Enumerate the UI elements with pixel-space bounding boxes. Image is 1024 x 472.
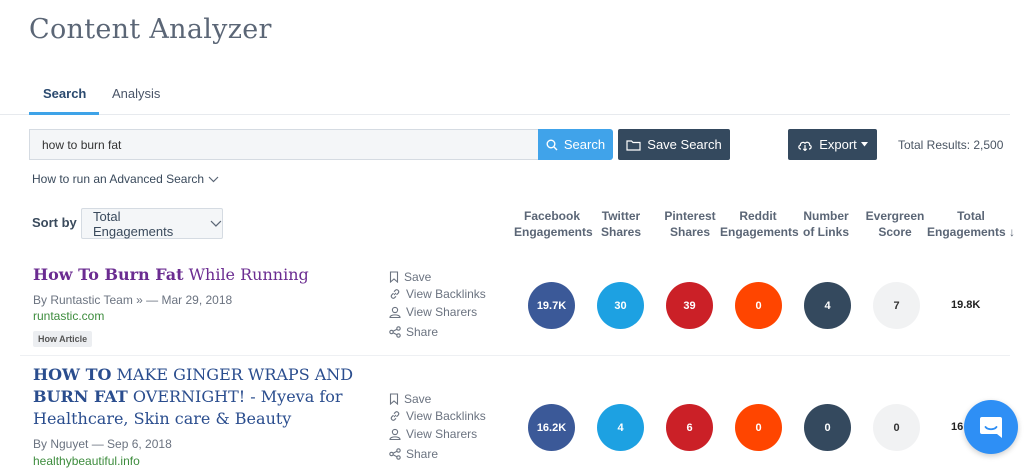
bookmark-icon <box>389 271 399 283</box>
save-action[interactable]: Save <box>389 270 431 284</box>
column-header-twitter[interactable]: Twitter Shares <box>594 208 648 240</box>
search-button[interactable]: Search <box>538 129 613 160</box>
search-button-label: Search <box>563 137 606 152</box>
column-header-links[interactable]: Number of Links <box>800 208 852 240</box>
twitter-shares-badge: 30 <box>597 282 644 329</box>
advanced-search-link[interactable]: How to run an Advanced Search <box>32 172 219 186</box>
folder-icon <box>626 139 641 151</box>
result-title-link[interactable]: HOW TO MAKE GINGER WRAPS AND BURN FAT OV… <box>33 364 353 430</box>
search-icon <box>546 139 558 150</box>
total-results: Total Results: 2,500 <box>898 138 1004 152</box>
chevron-down-icon <box>208 176 219 182</box>
chat-icon <box>980 417 1002 438</box>
export-button[interactable]: Export <box>788 129 877 160</box>
reddit-engagements-badge: 0 <box>735 404 782 451</box>
view-backlinks-action[interactable]: View Backlinks <box>389 409 486 423</box>
page-title: Content Analyzer <box>29 14 272 45</box>
save-search-button[interactable]: Save Search <box>618 129 730 160</box>
link-icon <box>390 411 400 421</box>
tab-analysis[interactable]: Analysis <box>112 86 160 101</box>
number-of-links-badge[interactable]: 0 <box>804 404 851 451</box>
chat-widget-button[interactable] <box>964 400 1018 454</box>
number-of-links-badge[interactable]: 4 <box>804 282 851 329</box>
share-icon <box>389 448 401 460</box>
total-engagements-value: 19.8K <box>951 299 981 311</box>
pinterest-shares-badge: 6 <box>666 404 713 451</box>
article-type-badge: How Article <box>33 331 93 347</box>
result-domain-link[interactable]: runtastic.com <box>33 309 104 323</box>
facebook-engagements-badge: 16.2K <box>528 404 575 451</box>
link-icon <box>390 289 400 299</box>
row-divider <box>20 355 1010 356</box>
share-action[interactable]: Share <box>389 447 438 461</box>
evergreen-score-badge: 0 <box>873 404 920 451</box>
view-sharers-action[interactable]: View Sharers <box>389 427 477 441</box>
advanced-search-label: How to run an Advanced Search <box>32 172 205 186</box>
view-backlinks-action[interactable]: View Backlinks <box>389 287 486 301</box>
active-tab-indicator <box>29 112 99 115</box>
export-label: Export <box>819 137 857 152</box>
result-meta: By Nguyet — Sep 6, 2018 <box>33 437 172 451</box>
result-title-link[interactable]: How To Burn Fat While Running <box>33 264 309 286</box>
sort-dropdown[interactable]: Total Engagements <box>81 208 223 239</box>
user-icon <box>389 428 401 440</box>
caret-down-icon <box>860 142 868 147</box>
tab-bar: Search Analysis <box>0 79 1010 115</box>
share-action[interactable]: Share <box>389 325 438 339</box>
column-header-evergreen[interactable]: Evergreen Score <box>864 208 926 240</box>
evergreen-score-badge: 7 <box>873 282 920 329</box>
facebook-engagements-badge: 19.7K <box>528 282 575 329</box>
tab-search[interactable]: Search <box>43 86 86 101</box>
view-sharers-action[interactable]: View Sharers <box>389 305 477 319</box>
column-header-pinterest[interactable]: Pinterest Shares <box>659 208 721 240</box>
total-engagements-value: 16 <box>951 421 964 433</box>
column-header-facebook[interactable]: Facebook Engagements <box>514 208 593 240</box>
sort-label: Sort by <box>32 215 77 230</box>
save-action[interactable]: Save <box>389 392 431 406</box>
result-meta: By Runtastic Team » — Mar 29, 2018 <box>33 293 233 307</box>
reddit-engagements-badge: 0 <box>735 282 782 329</box>
bookmark-icon <box>389 393 399 405</box>
cloud-download-icon <box>798 141 812 151</box>
share-icon <box>389 326 401 338</box>
pinterest-shares-badge: 39 <box>666 282 713 329</box>
column-header-total[interactable]: Total Engagements ↓ <box>926 208 1016 240</box>
sort-selected-value: Total Engagements <box>93 208 174 239</box>
user-icon <box>389 306 401 318</box>
result-domain-link[interactable]: healthybeautiful.info <box>33 454 140 468</box>
search-input[interactable] <box>29 129 539 160</box>
save-search-label: Save Search <box>647 137 722 152</box>
chevron-down-icon <box>210 220 222 227</box>
twitter-shares-badge: 4 <box>597 404 644 451</box>
column-header-reddit[interactable]: Reddit Engagements <box>720 208 799 240</box>
